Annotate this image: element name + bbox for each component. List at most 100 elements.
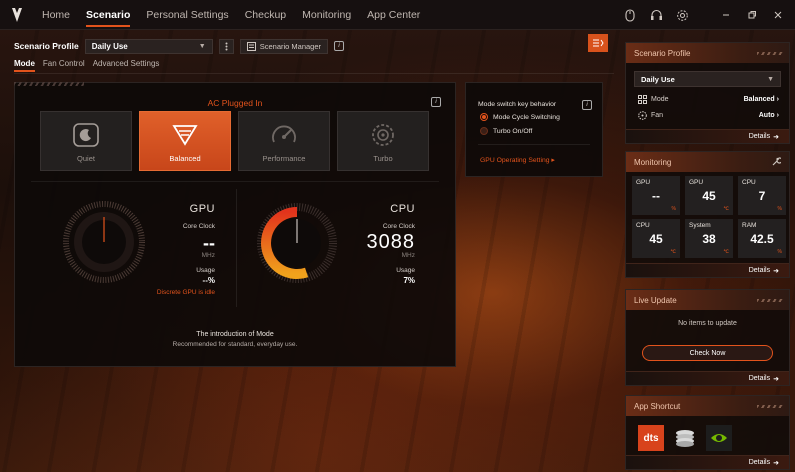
dts-app-icon[interactable]: dts	[638, 425, 664, 451]
mode-card-quiet[interactable]: Quiet	[40, 111, 132, 171]
radio-mode-cycle[interactable]: Mode Cycle Switching	[480, 113, 560, 121]
vertical-dots-icon	[225, 42, 228, 50]
side-app-shortcut-card: App Shortcut dts Details ➜	[625, 395, 790, 470]
mode-card-turbo[interactable]: Turbo	[337, 111, 429, 171]
settings-gear-icon[interactable]	[673, 6, 691, 24]
quiet-mode-icon	[41, 122, 131, 148]
monitor-key: GPU	[636, 179, 651, 186]
gpu-usage-value: --%	[202, 276, 215, 285]
monitor-cell-cpu-temp: CPU 45 ℃	[632, 219, 680, 258]
switch-divider	[478, 144, 590, 145]
details-label: Details	[748, 459, 771, 466]
mode-label-turbo: Turbo	[373, 154, 393, 163]
side-monitoring-title: Monitoring	[634, 157, 672, 167]
power-status: AC Plugged In	[207, 98, 263, 108]
radio-turbo-onoff[interactable]: Turbo On/Off	[480, 127, 532, 135]
performance-mode-icon	[239, 122, 329, 148]
side-monitoring-details-button[interactable]: Details ➜	[626, 263, 789, 277]
arrow-right-icon: ➜	[773, 459, 779, 467]
mode-label-balanced: Balanced	[169, 154, 201, 163]
nvidia-app-icon[interactable]	[706, 425, 732, 451]
fan-icon	[638, 110, 647, 120]
monitor-cell-gpu-temp: GPU 45 ℃	[685, 176, 733, 215]
side-profile-details-button[interactable]: Details ➜	[626, 129, 789, 143]
chevron-right-icon: ›	[776, 111, 779, 119]
more-options-button[interactable]	[218, 38, 234, 54]
side-monitoring-header: Monitoring	[626, 152, 789, 172]
gpu-idle-note: Discrete GPU is idle	[156, 289, 215, 296]
nav-monitoring[interactable]: Monitoring	[294, 0, 359, 30]
scenario-profile-dropdown[interactable]: Daily Use ▼	[84, 38, 213, 54]
arrow-right-icon: ➜	[773, 267, 779, 275]
headset-icon[interactable]	[647, 6, 665, 24]
side-scenario-profile-header: Scenario Profile	[626, 43, 789, 63]
side-profile-dropdown[interactable]: Daily Use ▼	[634, 71, 781, 87]
side-fan-value: Auto	[758, 111, 775, 119]
nav-app-center[interactable]: App Center	[359, 0, 428, 30]
nav-home[interactable]: Home	[34, 0, 78, 30]
coin-stack-app-icon[interactable]	[672, 425, 698, 451]
list-manager-icon	[246, 41, 256, 51]
details-label: Details	[748, 133, 771, 140]
details-label: Details	[748, 267, 771, 274]
wrench-icon[interactable]	[771, 156, 783, 168]
scenario-profile-value: Daily Use	[91, 41, 128, 51]
side-mode-row[interactable]: Mode Balanced ›	[626, 91, 789, 107]
gpu-usage-label: Usage	[196, 267, 215, 274]
nav-checkup[interactable]: Checkup	[237, 0, 294, 30]
side-live-update-header: Live Update	[626, 290, 789, 310]
monitor-value: 45	[649, 232, 663, 246]
mode-grid-icon	[638, 94, 647, 104]
monitor-value: 38	[702, 232, 716, 246]
arrow-right-icon: ➜	[773, 375, 779, 383]
close-icon[interactable]	[769, 6, 787, 24]
switch-behavior-title: Mode switch key behavior	[478, 101, 557, 108]
tab-advanced-settings[interactable]: Advanced Settings	[93, 59, 160, 72]
sidebar-toggle-icon	[593, 39, 604, 47]
nav-personal-settings[interactable]: Personal Settings	[138, 0, 236, 30]
app-shortcut-list: dts	[638, 425, 732, 451]
info-icon[interactable]: i	[334, 41, 345, 51]
nav-scenario[interactable]: Scenario	[78, 0, 138, 30]
scenario-manager-label: Scenario Manager	[259, 41, 322, 51]
tab-fan-control[interactable]: Fan Control	[43, 59, 85, 72]
radio-mode-cycle-label: Mode Cycle Switching	[493, 113, 560, 121]
restore-icon[interactable]	[743, 6, 761, 24]
cpu-usage-value: 7%	[403, 276, 415, 285]
mode-label-performance: Performance	[262, 154, 306, 163]
tab-mode[interactable]: Mode	[14, 59, 35, 72]
side-fan-row[interactable]: Fan Auto ›	[626, 107, 789, 123]
collapse-sidebar-button[interactable]	[588, 34, 608, 52]
mode-card-performance[interactable]: Performance	[238, 111, 330, 171]
title-bar: Home Scenario Personal Settings Checkup …	[0, 0, 795, 30]
side-monitoring-card: Monitoring GPU -- % GPU 45 ℃ CPU 7 % CPU…	[625, 151, 790, 278]
side-fan-label: Fan	[651, 111, 664, 119]
monitor-cell-ram-usage: RAM 42.5 %	[738, 219, 786, 258]
mode-switch-panel: Mode switch key behavior i Mode Cycle Sw…	[465, 82, 603, 177]
check-now-button[interactable]: Check Now	[642, 345, 773, 361]
tab-divider	[14, 73, 614, 74]
arrow-right-icon: ➜	[773, 133, 779, 141]
side-live-update-details-button[interactable]: Details ➜	[626, 371, 789, 385]
monitor-key: GPU	[689, 179, 704, 186]
side-mode-value: Balanced	[743, 95, 775, 103]
switch-info-icon[interactable]: i	[582, 100, 592, 110]
scenario-manager-button[interactable]: Scenario Manager	[239, 38, 329, 54]
monitor-key: RAM	[742, 222, 757, 229]
monitor-value: 7	[758, 189, 766, 203]
dts-logo-text: dts	[643, 432, 659, 444]
mode-intro-description: Recommended for standard, everyday use.	[172, 341, 298, 348]
minimize-icon[interactable]	[717, 6, 735, 24]
gpu-operating-setting-link[interactable]: GPU Operating Setting ▸	[480, 156, 555, 164]
cpu-clock-label: Core Clock	[382, 223, 415, 230]
monitor-unit: %	[777, 249, 782, 255]
side-app-shortcut-title: App Shortcut	[634, 401, 681, 411]
mouse-icon[interactable]	[621, 6, 639, 24]
mode-card-balanced[interactable]: Balanced	[139, 111, 231, 171]
side-app-shortcut-details-button[interactable]: Details ➜	[626, 455, 789, 469]
predator-logo-icon	[0, 0, 34, 30]
turbo-mode-icon	[338, 122, 428, 148]
side-live-update-card: Live Update No items to update Check Now…	[625, 289, 790, 386]
mode-info-icon[interactable]: i	[431, 97, 441, 107]
mode-subtabs: Mode Fan Control Advanced Settings	[14, 59, 159, 72]
